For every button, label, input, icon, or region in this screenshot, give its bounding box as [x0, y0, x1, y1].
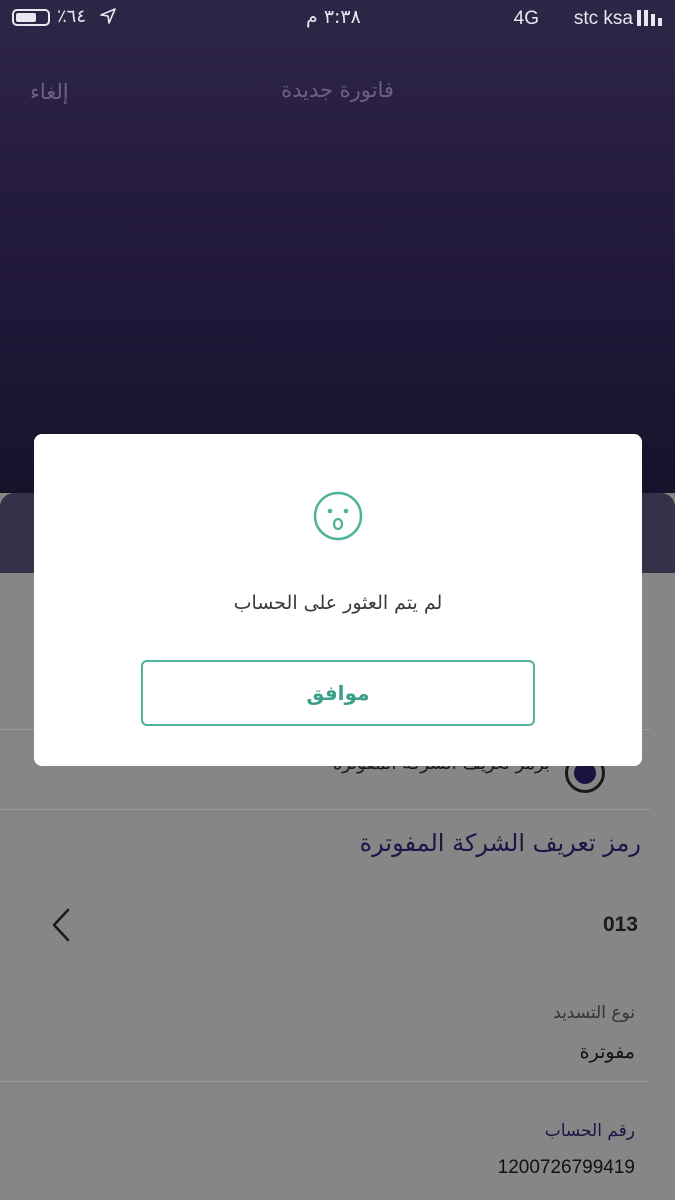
- page-title: فاتورة جديدة: [281, 78, 394, 102]
- signal-bars-icon: [637, 10, 663, 26]
- payment-type-label: نوع التسديد: [553, 1003, 635, 1023]
- carrier-name: stc ksa: [573, 8, 633, 29]
- account-number-value[interactable]: 1200726799419: [498, 1157, 635, 1179]
- surprised-face-icon: [312, 490, 364, 542]
- battery-percent: ٪٦٤: [57, 6, 87, 27]
- location-arrow-icon: [100, 8, 116, 28]
- chevron-left-icon[interactable]: [46, 907, 76, 943]
- biller-code-row[interactable]: 013: [0, 893, 650, 953]
- divider: [0, 1081, 648, 1082]
- header: ٪٦٤ ٣:٣٨ م 4G stc ksa فاتورة جديدة إلغاء: [0, 0, 675, 500]
- cancel-button[interactable]: إلغاء: [30, 80, 69, 104]
- status-bar: ٪٦٤ ٣:٣٨ م 4G stc ksa: [0, 0, 675, 40]
- divider: [0, 809, 650, 810]
- alert-dialog: لم يتم العثور على الحساب موافق: [34, 434, 642, 766]
- status-time: ٣:٣٨ م: [306, 6, 361, 28]
- battery-icon: [12, 9, 50, 26]
- account-number-label: رقم الحساب: [544, 1121, 635, 1141]
- alert-message: لم يتم العثور على الحساب: [233, 592, 443, 614]
- ok-button[interactable]: موافق: [141, 660, 535, 726]
- biller-code-value: 013: [602, 913, 638, 936]
- network-type: 4G: [513, 8, 539, 29]
- section-title: رمز تعريف الشركة المفوترة: [359, 829, 641, 857]
- payment-type-value: مفوترة: [579, 1041, 635, 1063]
